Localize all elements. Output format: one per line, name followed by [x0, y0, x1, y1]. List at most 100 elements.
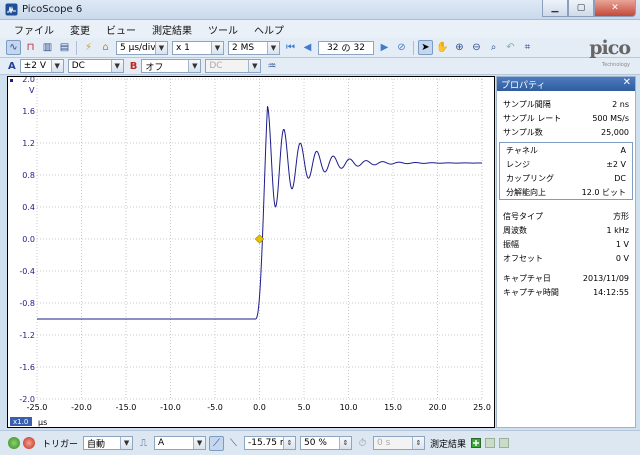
rewind-icon: ⏮ [286, 42, 295, 53]
scope-view[interactable]: -25.0 -20.0 -15.0 -10.0 -5.0 0.0 5.0 10.0 15.0 20… [7, 76, 495, 428]
close-icon: ✕ [611, 3, 619, 13]
property-value: A [620, 145, 626, 155]
hand-tool-button[interactable]: ✋ [435, 40, 450, 55]
property-value: 25,000 [601, 127, 629, 137]
channel-a-range: ±2 V [23, 61, 47, 71]
minimize-icon: ▁ [551, 3, 559, 13]
trigger-channel-select[interactable]: A ▼ [154, 436, 207, 450]
spectrum-mode-button[interactable]: ▥ [40, 40, 55, 55]
hand-icon: ✋ [436, 42, 449, 53]
x-tick-label: -15.0 [116, 403, 137, 412]
property-row: 分解能向上 12.0 ビット [500, 185, 632, 199]
x-tick-label: 10.0 [340, 403, 358, 412]
stop-button[interactable] [23, 437, 35, 449]
maximize-button[interactable]: ▢ [568, 0, 594, 17]
pretrigger-input[interactable]: 50 % ⇕ [300, 436, 353, 450]
run-button[interactable] [8, 437, 20, 449]
menu-view[interactable]: ビュー [98, 22, 144, 37]
scope-mode-button[interactable]: ∿ [6, 40, 21, 55]
channel-a-range-select[interactable]: ±2 V ▼ [19, 59, 64, 73]
property-row: カップリング DC [500, 171, 632, 185]
x-tick-label: 5.0 [298, 403, 311, 412]
edit-measurement-icon[interactable] [485, 438, 496, 448]
compass-icon: ⊘ [397, 42, 406, 53]
trigger-mode-select[interactable]: 自動 ▼ [83, 436, 134, 450]
property-value: 0 V [615, 253, 629, 263]
persistence-mode-button[interactable]: ⊓ [23, 40, 38, 55]
property-value: 12.0 ビット [581, 187, 626, 197]
menu-edit[interactable]: 変更 [62, 22, 98, 37]
property-row: サンプル数 25,000 [497, 125, 635, 139]
zoom-select[interactable]: x 1 ▼ [172, 40, 224, 55]
menu-file[interactable]: ファイル [6, 22, 62, 37]
oscilloscope-chart[interactable]: -25.0 -20.0 -15.0 -10.0 -5.0 0.0 5.0 10.0 15.0 20… [8, 77, 494, 427]
probe-button[interactable]: ⚡ [81, 40, 96, 55]
property-label: 信号タイプ [503, 211, 543, 221]
y-tick-label: -1.6 [19, 363, 35, 372]
add-measurement-icon[interactable] [471, 438, 482, 448]
y-tick-label: -0.4 [19, 267, 35, 276]
close-window-button[interactable]: ✕ [594, 0, 636, 17]
property-row: レンジ ±2 V [500, 157, 632, 171]
pico-logo-sub: Technology [601, 62, 630, 68]
property-label: チャネル [506, 145, 538, 155]
zoom-in-button[interactable]: ⊕ [452, 40, 467, 55]
compass-button[interactable]: ⊘ [394, 40, 409, 55]
pretrigger: 50 % [304, 438, 327, 448]
rising-edge-button[interactable]: ⟋ [209, 435, 225, 451]
zoom-out-button[interactable]: ⊖ [469, 40, 484, 55]
main-toolbar: ∿ ⊓ ▥ ▤ ⚡ ⌂ 5 µs/div ▼ x 1 ▼ 2 MS ▼ ⏮ ◀ … [0, 38, 640, 58]
menu-measurements[interactable]: 測定結果 [144, 22, 200, 37]
zoom-overview-icon: ⌗ [524, 42, 531, 53]
property-row: キャプチャ日 2013/11/09 [497, 271, 635, 285]
falling-edge-button[interactable]: ⟍ [226, 436, 241, 451]
spectrum-mode-icon: ▥ [42, 42, 53, 53]
property-value: 1 V [615, 239, 629, 249]
next-buffer-button[interactable]: ▶ [377, 40, 392, 55]
spinner-icon: ⇕ [283, 437, 296, 449]
property-row: サンプル間隔 2 ns [497, 97, 635, 111]
trigger-level-input[interactable]: -15.75 m ⇕ [244, 436, 297, 450]
spinner-icon: ⇕ [339, 437, 352, 449]
chevron-down-icon: ▼ [211, 41, 223, 54]
channel-b-range-select[interactable]: オフ ▼ [141, 59, 202, 73]
y-tick-label: 0.0 [22, 235, 35, 244]
undo-zoom-button[interactable]: ↶ [503, 40, 518, 55]
chevron-down-icon: ▼ [120, 437, 133, 449]
channel-properties: チャネル A レンジ ±2 V カップリング DC 分解能向上 12.0 ビット [499, 142, 633, 200]
timebase-select[interactable]: 5 µs/div ▼ [116, 40, 168, 55]
channel-options-button[interactable]: ♒ [264, 59, 279, 74]
property-value: 方形 [613, 211, 629, 221]
zoom-area-button[interactable]: ⌕ [486, 40, 501, 55]
minimize-button[interactable]: ▁ [542, 0, 568, 17]
select-tool-button[interactable]: ➤ [418, 40, 433, 55]
sampling-properties: サンプル間隔 2 ns サンプル レート 500 MS/s サンプル数 25,000 [497, 97, 635, 139]
zoom-overview-button[interactable]: ⌗ [520, 40, 535, 55]
rising-edge-icon: ⟋ [213, 437, 221, 449]
y-tick-label: -2.0 [19, 395, 35, 404]
property-label: レンジ [506, 159, 530, 169]
previous-buffer-button[interactable]: ◀ [300, 40, 315, 55]
property-value: 14:12:55 [593, 287, 629, 297]
close-icon[interactable]: ✕ [623, 77, 631, 88]
undo-icon: ↶ [506, 42, 515, 53]
property-label: 分解能向上 [506, 187, 546, 197]
menu-tools[interactable]: ツール [200, 22, 246, 37]
buffer-navigator[interactable]: 32 の 32 [318, 40, 374, 55]
channel-b-label: B [129, 60, 138, 72]
advanced-trigger-button[interactable]: ⎍ [136, 436, 151, 451]
channel-a-coupling-select[interactable]: DC ▼ [67, 59, 124, 73]
zoom-area-icon: ⌕ [490, 42, 497, 53]
x-tick-label: -5.0 [207, 403, 223, 412]
property-row: 周波数 1 kHz [497, 223, 635, 237]
first-buffer-button[interactable]: ⏮ [283, 40, 298, 55]
next-icon: ▶ [380, 42, 389, 53]
property-label: サンプル間隔 [503, 99, 551, 109]
samples-select[interactable]: 2 MS ▼ [228, 40, 280, 55]
home-icon: ⌂ [102, 42, 109, 53]
home-button[interactable]: ⌂ [98, 40, 113, 55]
add-view-button[interactable]: ▤ [57, 40, 72, 55]
menu-help[interactable]: ヘルプ [246, 22, 292, 37]
delete-measurement-icon[interactable] [499, 438, 510, 448]
delay-button[interactable]: ⏱ [355, 436, 370, 451]
